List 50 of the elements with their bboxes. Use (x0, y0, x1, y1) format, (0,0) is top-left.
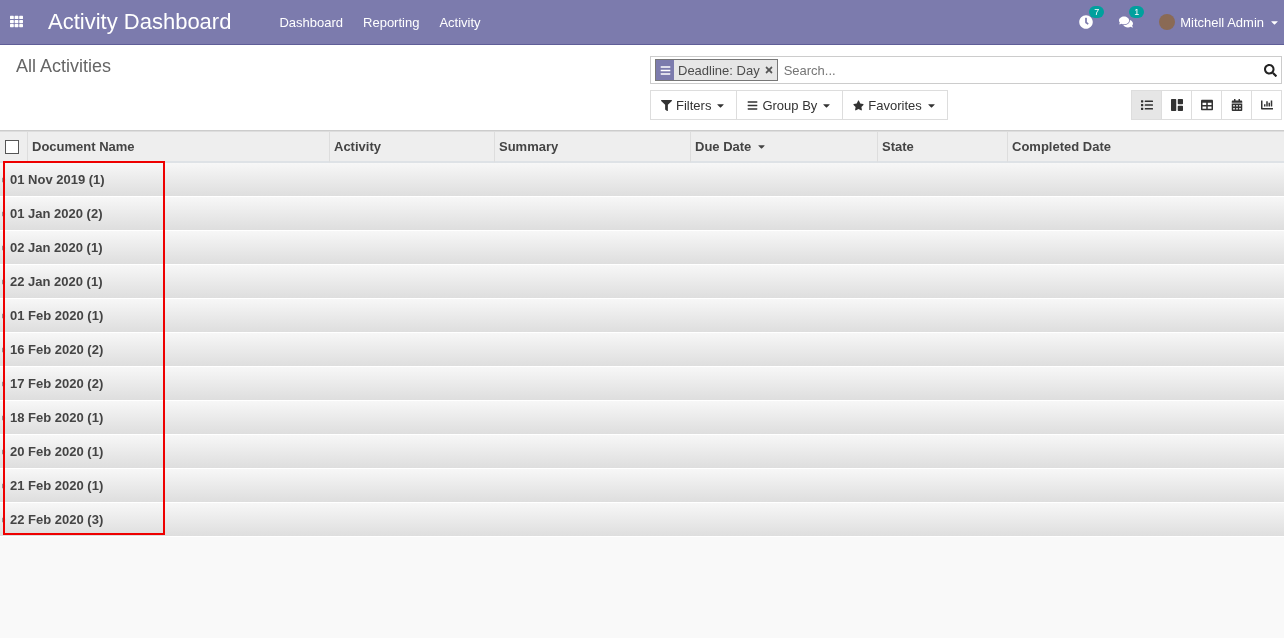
calendar-view-button[interactable] (1221, 90, 1252, 120)
menu-link[interactable]: Activity (439, 14, 481, 30)
list-icon (1140, 99, 1153, 111)
group-row[interactable]: 21 Feb 2020 (1) (0, 469, 1284, 503)
column-header[interactable]: State (877, 131, 1007, 163)
close-icon[interactable] (763, 65, 774, 75)
pivot-view-button[interactable] (1191, 90, 1222, 120)
group-row[interactable]: 02 Jan 2020 (1) (0, 231, 1284, 265)
graph-icon (1260, 99, 1273, 111)
count-badge: 7 (1089, 6, 1105, 18)
dropdown-button[interactable]: Favorites (842, 90, 948, 120)
group-row[interactable]: 22 Feb 2020 (3) (0, 503, 1284, 537)
group-row[interactable]: 20 Feb 2020 (1) (0, 435, 1284, 469)
calendar-icon (1230, 99, 1243, 111)
star-icon (853, 99, 865, 111)
group-row[interactable]: 18 Feb 2020 (1) (0, 401, 1284, 435)
menu-link[interactable]: Reporting (363, 14, 420, 30)
column-header[interactable]: Due Date (690, 131, 877, 163)
column-header[interactable]: Activity (329, 131, 494, 163)
dropdown-button[interactable]: Filters (650, 90, 738, 120)
app-title: Activity Dashboard (48, 9, 232, 35)
funnel-icon (661, 99, 672, 111)
column-header[interactable]: Document Name (27, 131, 329, 163)
group-row[interactable]: 17 Feb 2020 (2) (0, 367, 1284, 401)
checkbox[interactable] (5, 139, 19, 154)
count-badge: 1 (1129, 6, 1145, 18)
search-field[interactable]: Deadline: Day Search... (650, 56, 1282, 84)
group-row[interactable]: 16 Feb 2020 (2) (0, 333, 1284, 367)
group-icon (656, 60, 674, 80)
apps-icon[interactable] (10, 15, 24, 29)
clock-icon[interactable] (1079, 15, 1094, 29)
column-header[interactable]: Summary (494, 131, 690, 163)
search-icon[interactable] (1264, 63, 1277, 77)
kanban-icon (1170, 99, 1183, 111)
user-menu[interactable]: Mitchell Admin (1159, 14, 1280, 30)
kanban-view-button[interactable] (1161, 90, 1192, 120)
group-row[interactable]: 22 Jan 2020 (1) (0, 265, 1284, 299)
list-view-button[interactable] (1131, 90, 1162, 120)
breadcrumb: All Activities (16, 56, 112, 78)
group-row[interactable]: 01 Feb 2020 (1) (0, 299, 1284, 333)
menu-link[interactable]: Dashboard (279, 14, 344, 30)
group-row[interactable]: 01 Jan 2020 (2) (0, 197, 1284, 231)
column-header[interactable]: Completed Date (1007, 131, 1284, 163)
menu-icon (747, 99, 759, 111)
avatar (1159, 14, 1176, 30)
group-row[interactable]: 01 Nov 2019 (1) (0, 163, 1284, 197)
facet-label: Deadline: Day (677, 62, 761, 78)
chat-icon[interactable] (1119, 15, 1134, 29)
dropdown-button[interactable]: Group By (736, 90, 844, 120)
graph-view-button[interactable] (1251, 90, 1282, 120)
